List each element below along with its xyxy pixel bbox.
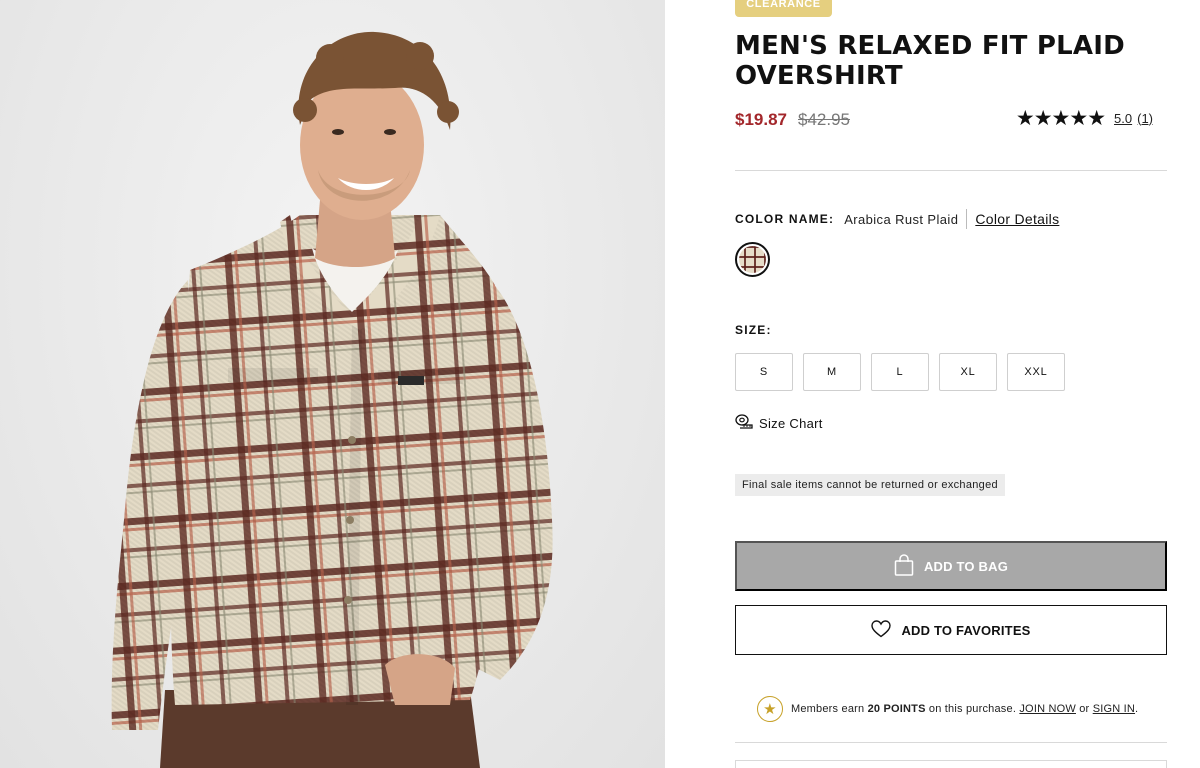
size-option-l[interactable]: L xyxy=(871,353,929,391)
price-row: $19.87 $42.95 ★★★★★ 5.0 (1) xyxy=(735,106,1167,132)
size-chart-link[interactable]: Size Chart xyxy=(735,413,823,434)
color-row: COLOR NAME: Arabica Rust Plaid Color Det… xyxy=(735,209,1059,229)
rewards-middle: on this purchase. xyxy=(928,703,1017,715)
color-details-link[interactable]: Color Details xyxy=(975,211,1059,227)
measuring-tape-icon xyxy=(735,413,753,434)
rewards-points: 20 POINTS xyxy=(867,703,926,715)
divider xyxy=(735,742,1167,743)
add-to-bag-label: ADD TO BAG xyxy=(923,558,1009,574)
color-name: Arabica Rust Plaid xyxy=(844,211,959,227)
size-option-s[interactable]: S xyxy=(735,353,793,391)
rewards-suffix: . xyxy=(1135,703,1139,715)
rewards-prefix: Members earn xyxy=(791,703,865,715)
heart-icon xyxy=(871,619,892,641)
clearance-badge: CLEARANCE xyxy=(735,0,832,17)
size-option-m[interactable]: M xyxy=(803,353,861,391)
product-title-line2: OVERSHIRT xyxy=(735,61,903,91)
original-price: $42.95 xyxy=(798,110,850,129)
rewards-or: or xyxy=(1079,703,1090,715)
product-photo-illustration xyxy=(111,31,553,768)
size-label: SIZE: xyxy=(735,323,772,337)
product-image[interactable] xyxy=(0,0,665,768)
plaid-swatch-icon xyxy=(739,246,766,273)
size-chart-label[interactable]: Size Chart xyxy=(759,416,823,431)
color-swatch-selected[interactable] xyxy=(735,242,770,277)
next-section-box xyxy=(735,760,1167,768)
rating-value-link[interactable]: 5.0 xyxy=(1114,111,1132,126)
rewards-star-icon: ★ xyxy=(757,696,783,722)
size-option-xl[interactable]: XL xyxy=(939,353,997,391)
sign-in-link[interactable]: SIGN IN xyxy=(1093,703,1135,715)
size-selector: S M L XL XXL xyxy=(735,353,1065,391)
add-to-favorites-label: ADD TO FAVORITES xyxy=(901,622,1031,638)
add-to-favorites-button[interactable]: ADD TO FAVORITES xyxy=(735,605,1167,655)
color-label: COLOR NAME: xyxy=(735,212,835,226)
rewards-message: ★ Members earn 20 POINTS on this purchas… xyxy=(757,696,1138,722)
rating[interactable]: ★★★★★ 5.0 (1) xyxy=(1016,106,1153,130)
join-now-link[interactable]: JOIN NOW xyxy=(1019,703,1076,715)
divider xyxy=(735,170,1167,171)
product-title: MEN'S RELAXED FIT PLAID OVERSHIRT xyxy=(735,31,1155,91)
separator xyxy=(966,209,968,229)
sale-price: $19.87 xyxy=(735,110,787,129)
review-count-link[interactable]: (1) xyxy=(1137,111,1153,126)
product-details-panel: CLEARANCE MEN'S RELAXED FIT PLAID OVERSH… xyxy=(735,0,1167,768)
final-sale-notice: Final sale items cannot be returned or e… xyxy=(735,474,1005,496)
product-title-line1: MEN'S RELAXED FIT PLAID xyxy=(735,31,1125,61)
star-rating-icon: ★★★★★ xyxy=(1015,106,1106,130)
add-to-bag-button[interactable]: ADD TO BAG xyxy=(735,541,1167,591)
shopping-bag-icon xyxy=(894,553,914,579)
size-option-xxl[interactable]: XXL xyxy=(1007,353,1065,391)
